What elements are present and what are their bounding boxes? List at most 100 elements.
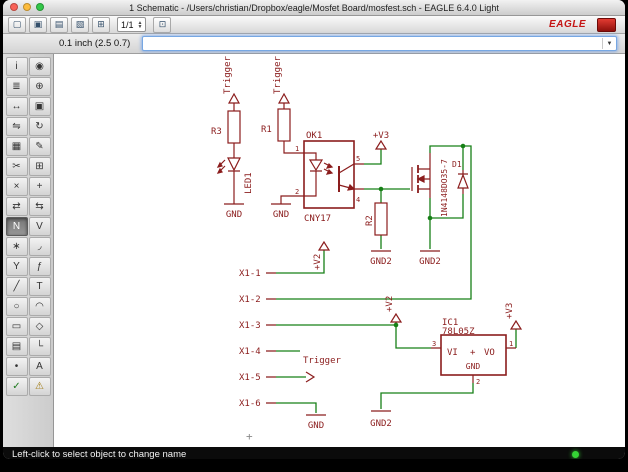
name-tool[interactable]: N [5,217,28,236]
save-icon[interactable]: ▣ [29,16,47,33]
drc-status-indicator[interactable] [572,451,579,458]
schematic-text[interactable]: VO [484,348,495,358]
schematic-text[interactable]: Trigger [273,55,283,94]
schematic-text[interactable]: VI [447,348,458,358]
minimize-button[interactable] [23,3,31,11]
schematic-text[interactable]: 2 [295,188,299,196]
polygon-tool[interactable]: ◇ [28,317,51,336]
schematic-text[interactable]: CNY17 [304,214,331,224]
combo-dropdown-arrow[interactable]: ▼ [602,38,616,49]
schematic-text[interactable]: R3 [211,127,222,137]
show-tool[interactable]: ◉ [28,57,51,76]
move-tool[interactable]: ↔ [5,97,28,116]
junction-dot[interactable] [427,215,433,221]
schematic-text[interactable]: 78L05Z [442,327,475,337]
schematic-text[interactable]: R1 [261,125,272,135]
change-tool[interactable]: ✎ [28,137,51,156]
schematic-text[interactable]: Trigger [303,356,342,366]
schematic-text[interactable]: + [246,430,253,443]
junction-dot[interactable] [460,143,466,149]
value-tool[interactable]: V [28,217,51,236]
schematic-text[interactable]: +V3 [373,131,389,141]
text-tool[interactable]: T [28,277,51,296]
schematic-text[interactable]: D1 [452,160,462,169]
schematic-text[interactable]: X1-6 [239,399,261,409]
schematic-svg[interactable]: Trigger Trigger R3 R1 LED1 GND GND OK1 CNY17 1 2 5 4… [54,54,625,447]
display-tool[interactable]: ≣ [5,77,28,96]
schematic-text[interactable]: GND [226,210,242,220]
miter-tool[interactable]: ◞ [28,237,51,256]
sheet-selector-arrows[interactable]: ▲ ▼ [138,20,143,29]
rect-tool[interactable]: ▭ [5,317,28,336]
eagle-logo: EAGLE [549,19,586,30]
arc-tool[interactable]: ◠ [28,297,51,316]
grid-icon[interactable]: ⊞ [92,16,110,33]
replace-tool[interactable]: ⇆ [28,197,51,216]
schematic-text[interactable]: 2 [476,378,480,386]
schematic-text[interactable]: LED1 [244,172,254,194]
toolbar-icons-left: ▢ ▣ ▤ ▧ ⊞ [8,16,110,33]
schematic-text[interactable]: GND2 [419,257,441,267]
schematic-text[interactable]: Trigger [223,55,233,94]
split-tool[interactable]: Y [5,257,28,276]
schematic-text[interactable]: 1 [509,340,513,348]
smash-tool[interactable]: ∗ [5,237,28,256]
schematic-text[interactable]: X1-1 [239,269,261,279]
schematic-text[interactable]: +V3 [505,303,515,319]
schematic-canvas[interactable]: Trigger Trigger R3 R1 LED1 GND GND OK1 CNY17 1 2 5 4… [54,54,625,447]
schematic-text[interactable]: X1-2 [239,295,261,305]
copy-tool[interactable]: ▣ [28,97,51,116]
delete-tool[interactable]: × [5,177,28,196]
schematic-text[interactable]: 1 [295,145,299,153]
close-button[interactable] [10,3,18,11]
bus-tool[interactable]: ▤ [5,337,28,356]
mark-tool[interactable]: ⊕ [28,77,51,96]
pinswap-tool[interactable]: ⇄ [5,197,28,216]
schematic-text[interactable]: + [470,348,476,358]
sheet-selector[interactable]: 1/1 ▲ ▼ [117,17,147,32]
zoom-button[interactable] [36,3,44,11]
schematic-text[interactable]: GND [466,362,481,371]
rotate-tool[interactable]: ↻ [28,117,51,136]
circle-tool[interactable]: ○ [5,297,28,316]
schematic-text[interactable]: 4 [356,196,360,204]
net-tool[interactable]: └ [28,337,51,356]
schematic-text[interactable]: 3 [432,340,436,348]
board-switch-icon[interactable]: ▧ [71,16,89,33]
print-icon[interactable]: ▤ [50,16,68,33]
group-tool[interactable]: ▦ [5,137,28,156]
errors-tool[interactable]: ⚠ [28,377,51,396]
schematic-text[interactable]: +V2 [385,296,395,312]
status-message: Left-click to select object to change na… [12,449,187,459]
junction-dot[interactable] [393,322,399,328]
paste-tool[interactable]: ⊞ [28,157,51,176]
add-part-tool[interactable]: + [28,177,51,196]
schematic-text[interactable]: GND2 [370,257,392,267]
schematic-text[interactable]: X1-3 [239,321,261,331]
sheet-selector-value: 1/1 [121,19,134,30]
schematic-text[interactable]: +V2 [313,254,323,270]
schematic-text[interactable]: X1-5 [239,373,261,383]
invoke-tool[interactable]: ƒ [28,257,51,276]
schematic-text[interactable]: 1N4148DO35-7 [440,159,449,217]
junction-tool[interactable]: • [5,357,28,376]
schematic-text[interactable]: GND [273,210,289,220]
command-input[interactable] [143,38,602,49]
schematic-text[interactable]: GND [308,421,324,431]
schematic-text[interactable]: R2 [365,215,375,226]
new-document-icon[interactable]: ▢ [8,16,26,33]
schematic-text[interactable]: GND2 [370,419,392,429]
schematic-text[interactable]: X1-4 [239,347,261,357]
erc-tool[interactable]: ✓ [5,377,28,396]
wire-tool[interactable]: ╱ [5,277,28,296]
junction-dot[interactable] [378,186,384,192]
schematic-nets[interactable] [276,145,517,413]
info-tool[interactable]: i [5,57,28,76]
zoom-fit-icon[interactable]: ⊡ [153,16,172,33]
mirror-tool[interactable]: ⇋ [5,117,28,136]
schematic-text[interactable]: OK1 [306,131,322,141]
edition-badge[interactable] [597,17,616,32]
cut-tool[interactable]: ✂ [5,157,28,176]
label-tool[interactable]: A [28,357,51,376]
schematic-text[interactable]: 5 [356,155,360,163]
